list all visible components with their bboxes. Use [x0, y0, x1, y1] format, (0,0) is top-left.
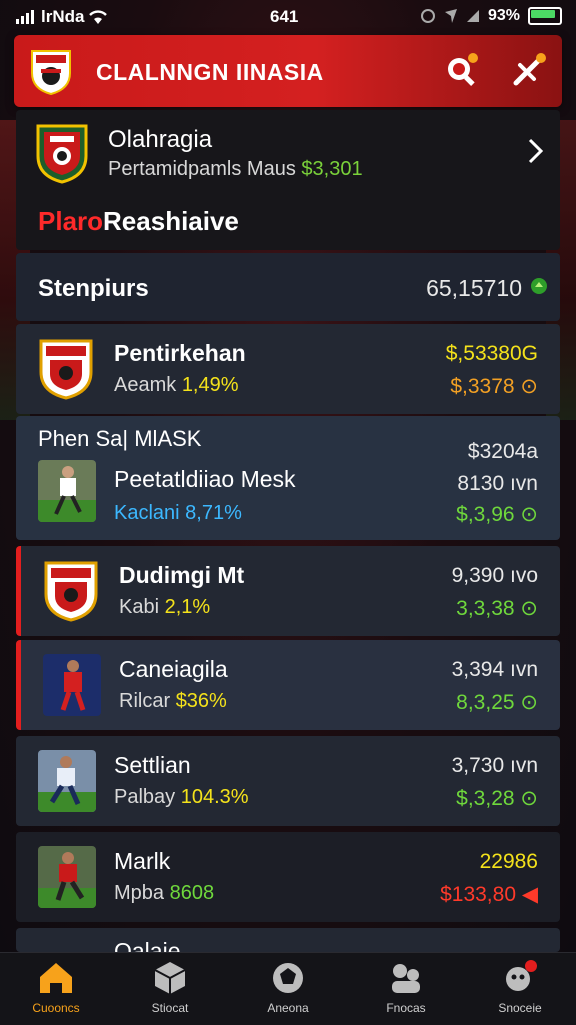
- player-image-icon: [38, 750, 96, 812]
- standings-title: Stenpiurs: [38, 275, 149, 302]
- nav-item-arena[interactable]: Aneona: [240, 959, 336, 1015]
- list-item[interactable]: Pentirkehan Aeamk 1,49% $,53380G $,3378 …: [16, 324, 560, 414]
- carrier-label: lrNda: [41, 7, 85, 26]
- ball-icon: [273, 963, 303, 993]
- nav-label: Cuooncs: [32, 1001, 80, 1015]
- player-image-icon: [38, 460, 96, 522]
- app-header: CLALNNGN IINASIA: [14, 35, 562, 107]
- chevron-right-icon[interactable]: [524, 136, 546, 166]
- wifi-icon: [89, 10, 108, 24]
- status-bar: lrNda 641 93%: [0, 0, 576, 34]
- nav-item-profile[interactable]: Snoceie: [472, 959, 568, 1015]
- location-icon: [444, 9, 457, 23]
- nav-label: Fnocas: [386, 1001, 426, 1015]
- row-subtitle: Palbay 104.3%: [114, 786, 249, 808]
- row-value-primary: 9,390 ıvo: [451, 564, 538, 587]
- row-name: Peetatldiiao Mesk: [114, 466, 296, 492]
- list-item[interactable]: Settlian Palbay 104.3% 3,730 ıvn $,3,28 …: [16, 736, 560, 826]
- nav-item-stats[interactable]: Stiocat: [122, 959, 218, 1015]
- club-crest-icon: [39, 339, 93, 400]
- status-right: 93%: [420, 7, 562, 25]
- home-icon: [40, 963, 72, 993]
- row-value-primary: 3,394 ıvn: [451, 658, 538, 681]
- nav-label: Stiocat: [151, 1001, 189, 1015]
- list-item[interactable]: Oalaie: [16, 928, 560, 952]
- row-value-secondary: $,3,96 ⊙: [456, 503, 538, 526]
- profile-icon: [506, 960, 537, 991]
- nav-label: Snoceie: [498, 1001, 542, 1015]
- list-item-highlighted[interactable]: Phen Sa| MlASK $3204a Peetatldiiao Mesk …: [16, 416, 560, 540]
- row-value-primary: 22986: [479, 850, 538, 873]
- signal-icon: [16, 10, 34, 24]
- player-image-icon: [38, 846, 96, 908]
- row-subtitle: Kaclani 8,71%: [114, 502, 242, 524]
- row-value-secondary: $133,80 ◀: [440, 883, 538, 906]
- standings-value: 65,15710: [426, 275, 522, 301]
- row-subtitle: Rilcar $36%: [119, 690, 227, 712]
- row-value-primary: $,53380G: [445, 342, 538, 365]
- search-button[interactable]: [442, 51, 480, 89]
- row-section-header: Phen Sa| MlASK: [38, 426, 202, 451]
- tools-button[interactable]: [510, 51, 548, 89]
- row-name: Caneiagila: [119, 656, 228, 682]
- row-value-secondary: 3,3,38 ⊙: [456, 597, 538, 620]
- row-subtitle: Mpba 8608: [114, 882, 215, 904]
- featured-subtitle: Pertamidpamls Maus $3,301: [108, 158, 363, 180]
- player-image-icon: [43, 654, 101, 716]
- row-value-primary: 8130 ıvn: [457, 472, 538, 495]
- nav-item-home[interactable]: Cuooncs: [8, 959, 104, 1015]
- row-name: Dudimgi Mt: [119, 562, 245, 588]
- club-crest-icon: [44, 561, 98, 622]
- bottom-navigation: Cuooncs Stiocat Aneona Fnocas Snoceie: [0, 952, 576, 1025]
- row-value-top: $3204a: [467, 440, 538, 463]
- status-left: lrNda: [16, 7, 108, 27]
- row-name: Marlk: [114, 848, 171, 874]
- up-indicator-icon: [531, 278, 547, 294]
- list-item[interactable]: Caneiagila Rilcar $36% 3,394 ıvn 8,3,25 …: [16, 640, 560, 730]
- standings-header[interactable]: Stenpiurs 65,15710: [16, 253, 560, 321]
- row-name: Oalaie: [114, 938, 181, 952]
- row-value-secondary: 8,3,25 ⊙: [456, 691, 538, 714]
- alarm-icon: [420, 9, 435, 23]
- list-item[interactable]: Marlk Mpba 8608 22986 $133,80 ◀: [16, 832, 560, 922]
- cellular-icon: [466, 10, 479, 22]
- row-subtitle: Kabi 2,1%: [119, 596, 211, 618]
- nav-item-focus[interactable]: Fnocas: [358, 959, 454, 1015]
- app-title: CLALNNGN IINASIA: [96, 59, 324, 85]
- battery-icon: [528, 7, 562, 25]
- player-thumbnail: [43, 654, 101, 716]
- search-icon: [448, 53, 478, 86]
- row-subtitle: Aeamk 1,49%: [114, 374, 239, 396]
- row-name: Settlian: [114, 752, 191, 778]
- row-value-primary: 3,730 ıvn: [451, 754, 538, 777]
- tools-icon: [513, 53, 546, 86]
- featured-subtitle-value: $3,301: [301, 158, 363, 180]
- player-thumbnail: [38, 750, 96, 812]
- row-name: Pentirkehan: [114, 340, 246, 366]
- stats-icon: [392, 964, 420, 993]
- club-logo-icon: [31, 50, 71, 95]
- nav-label: Aneona: [267, 1001, 309, 1015]
- player-thumbnail: [38, 460, 96, 522]
- featured-card[interactable]: Olahragia Pertamidpamls Maus $3,301 Plar…: [16, 110, 560, 250]
- player-thumbnail: [38, 846, 96, 908]
- battery-percent: 93%: [487, 7, 520, 24]
- row-value-secondary: $,3,28 ⊙: [456, 787, 538, 810]
- row-value-secondary: $,3378 ⊙: [450, 375, 538, 398]
- cube-icon: [154, 962, 186, 994]
- club-crest-icon: [36, 124, 88, 184]
- featured-promo: PlaroReashiaive: [38, 206, 239, 236]
- featured-title: Olahragia: [108, 126, 213, 153]
- status-time: 641: [270, 7, 299, 26]
- list-item[interactable]: Dudimgi Mt Kabi 2,1% 9,390 ıvo 3,3,38 ⊙: [16, 546, 560, 636]
